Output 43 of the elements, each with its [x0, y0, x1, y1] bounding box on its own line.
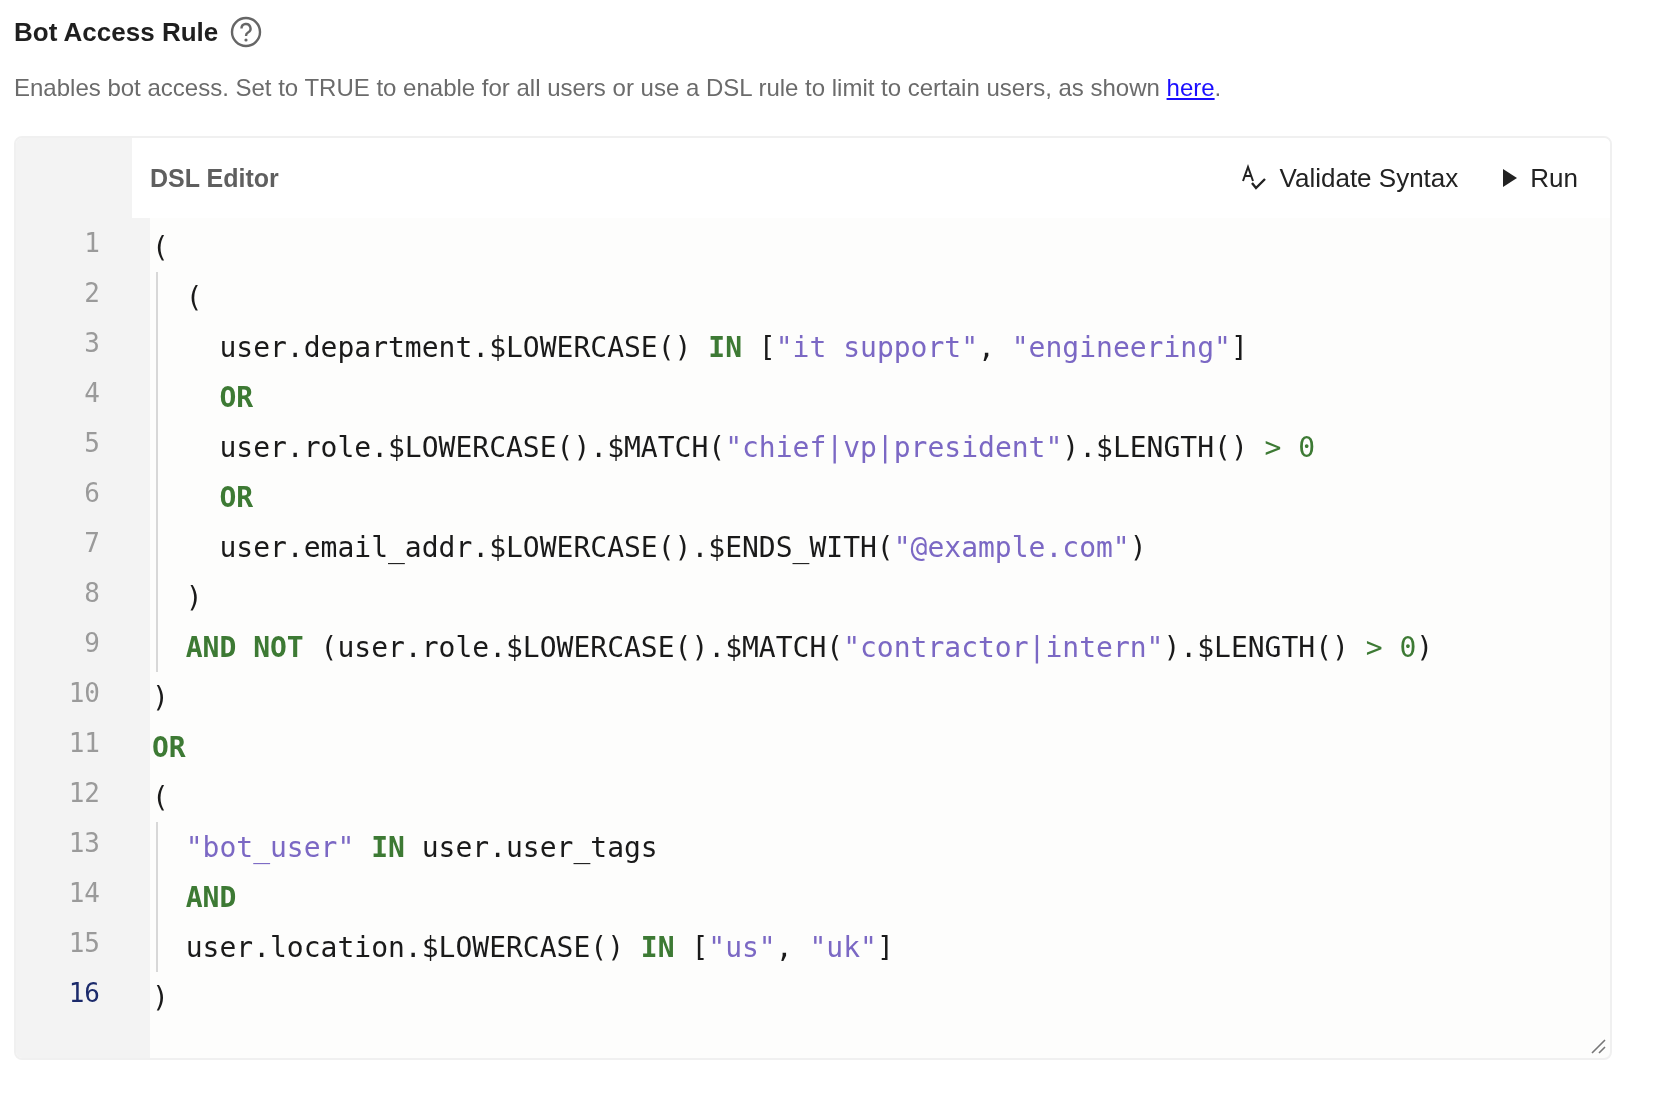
code-line: "bot_user" IN user.user_tags — [185, 830, 658, 864]
line-number: 1 — [83, 227, 101, 260]
code-line: OR — [219, 480, 254, 514]
help-icon[interactable] — [230, 16, 263, 48]
line-number: 3 — [83, 327, 101, 360]
line-number: 8 — [83, 577, 101, 610]
spellcheck-icon — [1239, 164, 1268, 192]
code-line: user.department.$LOWERCASE() IN ["it support", "engineering"] — [219, 330, 1248, 364]
line-number: 5 — [83, 427, 101, 460]
code-line: ) — [152, 980, 169, 1014]
code-line: ( — [152, 230, 169, 264]
line-number: 16 — [67, 977, 101, 1010]
line-number: 2 — [83, 277, 101, 310]
line-number: 13 — [67, 827, 101, 860]
resize-handle-icon[interactable] — [1590, 1038, 1606, 1054]
line-number: 6 — [83, 477, 101, 510]
validate-syntax-button[interactable]: Validate Syntax — [1237, 158, 1461, 198]
code-line: ) — [185, 580, 203, 614]
here-link[interactable]: here — [1166, 74, 1215, 101]
field-description: Enables bot access. Set to TRUE to enable for all users or use a DSL rule to limit to certain users, as shown here. — [14, 73, 1223, 103]
field-title: Bot Access Rule — [14, 16, 219, 48]
line-number: 11 — [67, 727, 101, 760]
play-icon — [1502, 168, 1519, 188]
code-line: OR — [219, 380, 254, 414]
code-line: user.location.$LOWERCASE() IN ["us", "uk"] — [185, 930, 894, 964]
line-number: 15 — [67, 927, 101, 960]
editor-title: DSL Editor — [150, 163, 280, 193]
code-line: OR — [152, 730, 186, 764]
line-number: 7 — [83, 527, 101, 560]
line-number: 4 — [83, 377, 101, 410]
line-number: 10 — [67, 677, 101, 710]
line-number: 12 — [67, 777, 101, 810]
code-line: ) — [152, 680, 169, 714]
code-line: ( — [185, 280, 203, 314]
line-number: 9 — [83, 627, 101, 660]
line-number: 14 — [67, 877, 101, 910]
code-line: AND — [185, 880, 237, 914]
code-line: user.role.$LOWERCASE().$MATCH("chief|vp|president").$LENGTH() > 0 — [219, 430, 1316, 464]
code-line: user.email_addr.$LOWERCASE().$ENDS_WITH("@example.com") — [219, 530, 1147, 564]
code-line: ( — [152, 780, 169, 814]
code-editor[interactable] — [14, 136, 1612, 1060]
run-button[interactable]: Run — [1500, 158, 1580, 198]
code-line: AND NOT (user.role.$LOWERCASE().$MATCH("contractor|intern").$LENGTH() > 0) — [185, 630, 1434, 664]
